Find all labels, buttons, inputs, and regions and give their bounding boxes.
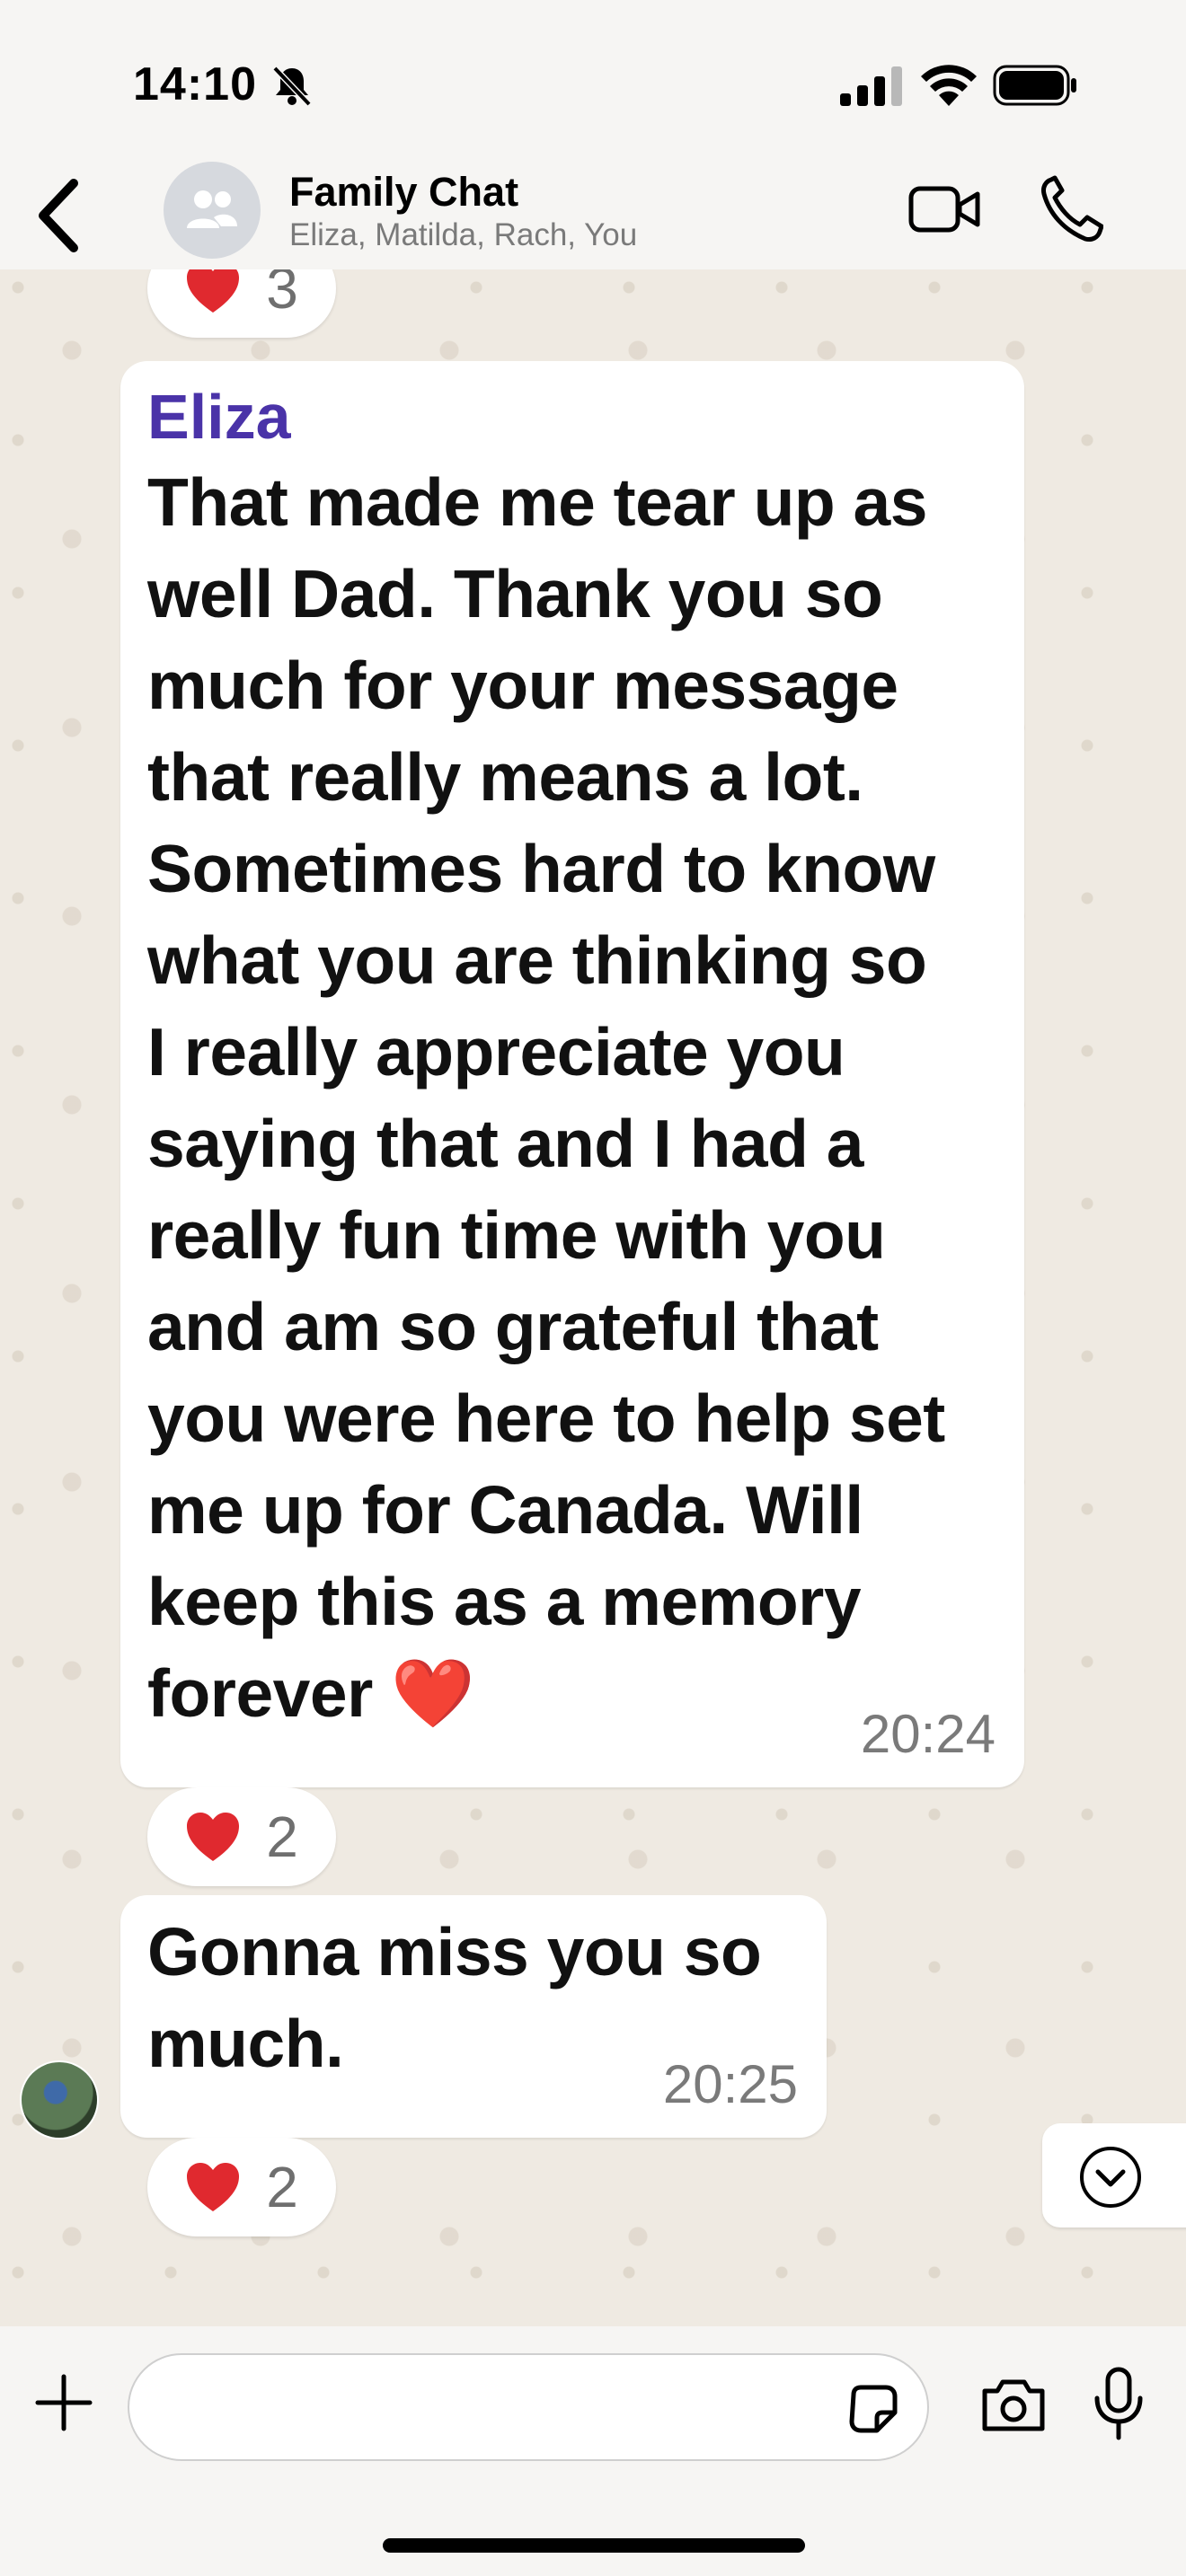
camera-icon[interactable]: [979, 2375, 1048, 2434]
input-bar: [0, 2326, 1186, 2576]
reaction-chip[interactable]: 2: [147, 2138, 336, 2236]
sticker-icon[interactable]: [846, 2382, 900, 2436]
reaction-count: 2: [266, 1804, 298, 1869]
microphone-icon[interactable]: [1092, 2366, 1146, 2443]
plus-icon[interactable]: [32, 2371, 95, 2434]
sender-avatar[interactable]: [22, 2062, 97, 2138]
group-avatar[interactable]: [164, 162, 261, 259]
heart-icon: [187, 264, 240, 313]
scroll-to-bottom-button[interactable]: [1042, 2123, 1186, 2228]
status-time: 14:10: [133, 58, 257, 110]
phone-call-icon[interactable]: [1039, 174, 1103, 244]
chat-header-overlay: Family Chat Eliza, Matilda, Rach, You: [0, 162, 1186, 269]
message-bubble[interactable]: Eliza That made me tear up as well Dad. …: [120, 361, 1024, 1787]
message-time: 20:25: [662, 2054, 798, 2114]
chat-members[interactable]: Eliza, Matilda, Rach, You: [289, 217, 637, 253]
message-bubble[interactable]: Gonna miss you so much. 20:25: [120, 1895, 827, 2138]
reaction-count: 2: [266, 2155, 298, 2219]
group-avatar-icon: [187, 190, 237, 228]
message-text: That made me tear up as well Dad. Thank …: [147, 464, 945, 1731]
video-call-icon[interactable]: [907, 178, 981, 241]
status-bar: 14:10: [0, 0, 1186, 162]
wifi-icon: [921, 65, 977, 106]
home-indicator: [383, 2538, 805, 2553]
chevron-down-icon: [1080, 2147, 1141, 2208]
message-sender: Eliza: [147, 382, 291, 452]
battery-icon: [993, 65, 1076, 106]
heart-icon: [187, 1813, 240, 1861]
heart-icon: [187, 2163, 240, 2211]
reaction-chip[interactable]: 2: [147, 1787, 336, 1886]
signal-icon: [840, 66, 902, 106]
chat-title[interactable]: Family Chat: [289, 169, 518, 216]
back-chevron-icon[interactable]: [32, 174, 86, 257]
message-input[interactable]: [128, 2353, 929, 2461]
muted-bell-icon: [272, 66, 312, 107]
message-time: 20:24: [860, 1704, 996, 1764]
